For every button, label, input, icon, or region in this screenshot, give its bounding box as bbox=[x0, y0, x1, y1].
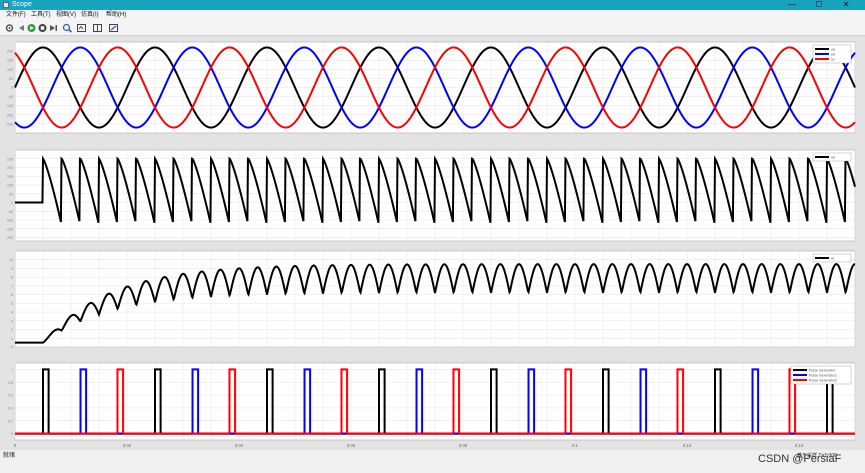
y-tick-label: 10 bbox=[9, 258, 13, 262]
y-tick-label: 0.6 bbox=[8, 394, 13, 398]
settings-icon[interactable] bbox=[4, 23, 15, 33]
y-tick-label: -150 bbox=[6, 227, 13, 231]
y-tick-label: 1 bbox=[11, 337, 13, 341]
legend-label: Pulse Generator2 bbox=[809, 378, 837, 382]
y-tick-label: -50 bbox=[8, 210, 13, 214]
y-tick-label: -150 bbox=[6, 113, 13, 117]
menu-view[interactable]: 视图(V) bbox=[56, 10, 76, 21]
y-tick-label: -100 bbox=[6, 104, 13, 108]
legend-label: ud bbox=[831, 155, 835, 159]
legend-label: id bbox=[831, 256, 834, 260]
y-tick-label: 250 bbox=[7, 157, 13, 161]
x-tick-label: 0.12 bbox=[683, 443, 692, 448]
y-tick-label: 200 bbox=[7, 50, 13, 54]
scope-panel-4: 10.80.60.40.20Pulse GeneratorPulse Gener… bbox=[8, 362, 856, 441]
zoom-icon[interactable] bbox=[62, 23, 73, 33]
y-tick-label: 200 bbox=[7, 166, 13, 170]
title-bar: Scope — ☐ ✕ bbox=[0, 0, 865, 10]
run-icon[interactable] bbox=[26, 23, 37, 33]
y-tick-label: -200 bbox=[6, 236, 13, 240]
minimize-button[interactable]: — bbox=[781, 0, 803, 10]
y-tick-label: 6 bbox=[11, 293, 13, 297]
scope-panel-2: 250 200 150 100 50 0 -50 -100 -150 -200 ud bbox=[6, 149, 856, 242]
y-tick-label: 50 bbox=[9, 192, 13, 196]
y-tick-label: 0 bbox=[11, 346, 13, 350]
step-icon[interactable] bbox=[48, 23, 59, 33]
y-tick-label: 0.2 bbox=[8, 419, 13, 423]
scope-svg: 200150100500-50-100-150-200uaubuc2502001… bbox=[6, 41, 856, 448]
stop-icon[interactable] bbox=[37, 23, 48, 33]
menu-simulation[interactable]: 仿真(I) bbox=[81, 10, 99, 21]
y-tick-label: -50 bbox=[8, 95, 13, 99]
y-tick-label: 1 bbox=[11, 368, 13, 372]
y-tick-label: 8 bbox=[11, 276, 13, 280]
y-tick-label: 4 bbox=[11, 311, 13, 315]
menu-tools[interactable]: 工具(T) bbox=[31, 10, 51, 21]
y-tick-label: 5 bbox=[11, 302, 13, 306]
y-tick-label: 50 bbox=[9, 77, 13, 81]
y-tick-label: 0.8 bbox=[8, 381, 13, 385]
close-button[interactable]: ✕ bbox=[835, 0, 857, 10]
menu-file[interactable]: 文件(F) bbox=[6, 10, 26, 21]
y-tick-label: 150 bbox=[7, 175, 13, 179]
y-tick-label: 0 bbox=[11, 432, 13, 436]
scope-panel-1: 200 150 100 50 0 -50 -100 -150 -200 uaubuc bbox=[6, 41, 856, 134]
status-bar: 就绪 基于采样 T=1.000 bbox=[0, 451, 865, 473]
x-tick-label: 0.1 bbox=[572, 443, 578, 448]
toolbar bbox=[0, 21, 865, 36]
y-tick-label: 9 bbox=[11, 267, 13, 271]
y-tick-label: -100 bbox=[6, 219, 13, 223]
status-ready: 就绪 bbox=[3, 453, 16, 459]
menu-bar: 文件(F) 工具(T) 视图(V) 仿真(I) 帮助(H) bbox=[0, 10, 865, 21]
y-tick-label: -200 bbox=[6, 122, 13, 126]
style-icon[interactable] bbox=[108, 23, 119, 33]
y-tick-label: 0 bbox=[11, 201, 13, 205]
y-tick-label: 7 bbox=[11, 284, 13, 288]
scope-panel-3: 109876543210id bbox=[9, 250, 856, 350]
y-tick-label: 3 bbox=[11, 319, 13, 323]
x-tick-label: 0 bbox=[14, 443, 17, 448]
y-tick-label: 2 bbox=[11, 328, 13, 332]
legend-label: ub bbox=[831, 52, 835, 56]
y-tick-label: 100 bbox=[7, 68, 13, 72]
x-tick-label: 0.02 bbox=[123, 443, 132, 448]
app-icon bbox=[3, 2, 9, 8]
y-tick-label: 150 bbox=[7, 59, 13, 63]
y-tick-label: 0 bbox=[11, 86, 13, 90]
legend-label: ua bbox=[831, 47, 835, 51]
watermark-text: CSDN @PersiaF bbox=[758, 453, 842, 465]
maximize-button[interactable]: ☐ bbox=[808, 0, 830, 10]
scope-plot-area[interactable]: 200 150 100 50 0 -50 -100 -150 -200 ua ub uc 250 200 1… bbox=[0, 36, 865, 450]
x-tick-label: 0.14 bbox=[795, 443, 804, 448]
x-tick-label: 0.06 bbox=[347, 443, 356, 448]
menu-help[interactable]: 帮助(H) bbox=[106, 10, 126, 21]
y-tick-label: 0.4 bbox=[8, 406, 13, 410]
legend-label: Pulse Generator bbox=[809, 368, 836, 372]
cursor-icon[interactable] bbox=[92, 23, 103, 33]
legend-label: uc bbox=[831, 57, 835, 61]
y-tick-label: 100 bbox=[7, 184, 13, 188]
legend-label: Pulse Generator1 bbox=[809, 373, 837, 377]
x-tick-label: 0.08 bbox=[459, 443, 468, 448]
window-title: Scope bbox=[12, 1, 32, 8]
x-tick-label: 0.04 bbox=[235, 443, 244, 448]
autoscale-icon[interactable] bbox=[76, 23, 87, 33]
